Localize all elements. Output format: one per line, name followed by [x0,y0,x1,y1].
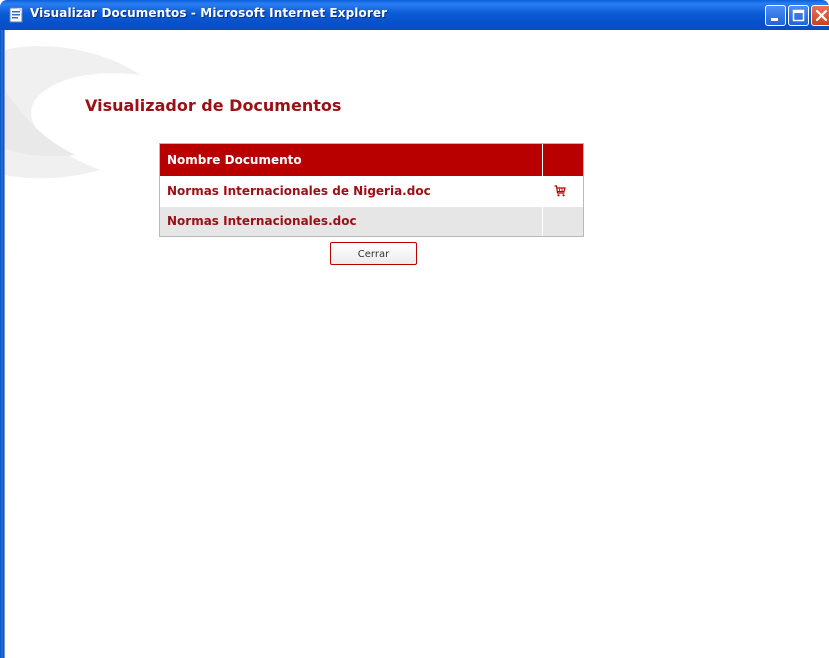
ie-window-icon[interactable] [9,7,23,23]
close-window-button[interactable] [811,5,829,26]
browser-window: Visualizar Documentos - Microsoft Intern… [0,0,829,658]
document-link[interactable]: Normas Internacionales de Nigeria.doc [160,177,543,206]
minimize-button[interactable] [765,5,786,26]
row-action-cell [543,177,583,206]
column-header-name: Nombre Documento [160,144,543,176]
document-link[interactable]: Normas Internacionales.doc [160,207,543,236]
maximize-icon [792,9,805,22]
window-title: Visualizar Documentos - Microsoft Intern… [30,6,388,20]
table-header: Nombre Documento [160,144,583,176]
page-title: Visualizador de Documentos [85,96,342,115]
close-button[interactable]: Cerrar [330,242,417,265]
maximize-button[interactable] [788,5,809,26]
title-bar[interactable]: Visualizar Documentos - Microsoft Intern… [0,0,829,30]
table-row[interactable]: Normas Internacionales de Nigeria.doc [160,176,583,206]
row-action-cell [543,207,583,236]
column-header-actions [543,144,583,176]
background-swoosh [5,46,140,179]
close-icon [815,9,828,22]
table-row[interactable]: Normas Internacionales.doc [160,206,583,236]
documents-table: Nombre Documento Normas Internacionales … [159,143,584,237]
page-content: Visualizador de Documentos Nombre Docume… [5,30,829,658]
minimize-icon [771,18,778,21]
cart-icon[interactable] [554,185,566,197]
